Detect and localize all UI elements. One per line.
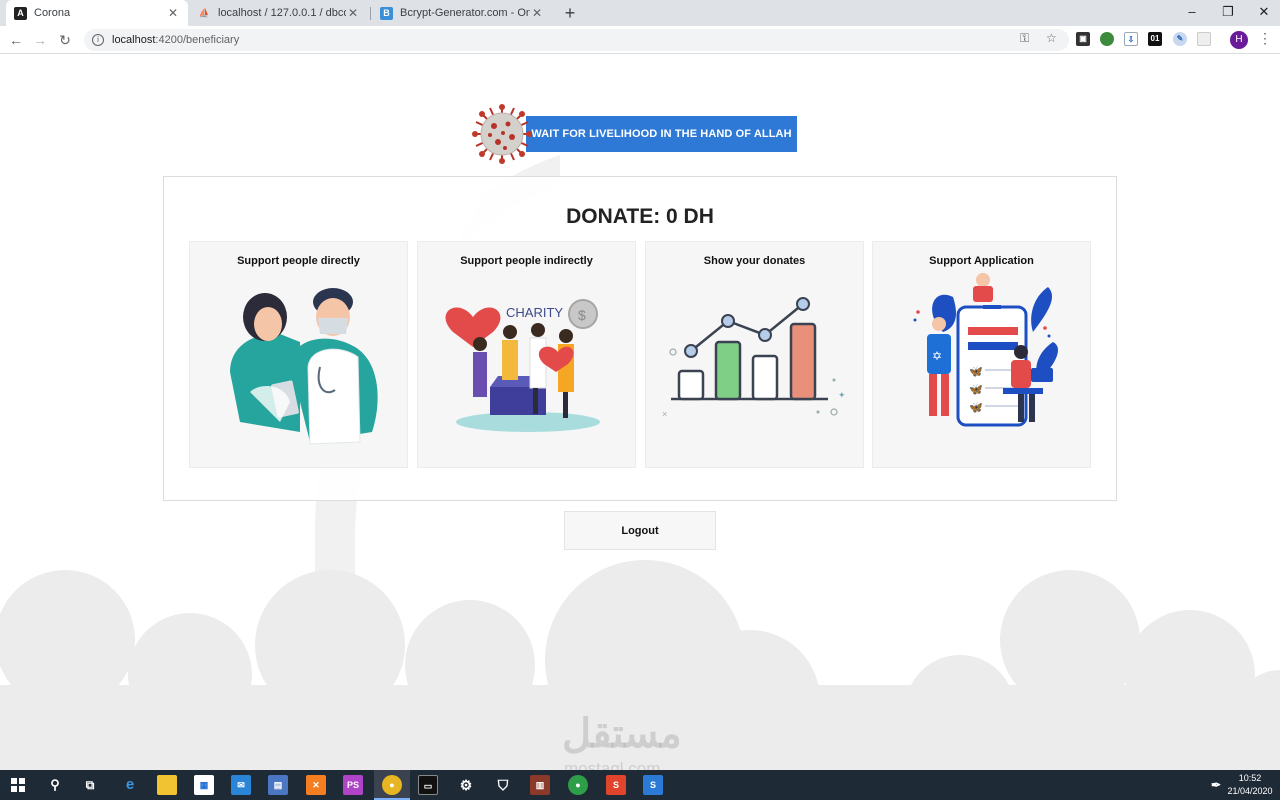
coronavirus-icon	[472, 104, 532, 164]
file-explorer-icon[interactable]	[157, 775, 177, 795]
minimize-button[interactable]: –	[1174, 0, 1210, 26]
clock-date: 21/04/2020	[1227, 786, 1273, 796]
extension-icon[interactable]	[1197, 32, 1211, 46]
charity-sign-text: CHARITY	[506, 305, 563, 320]
address-bar[interactable]: i localhost:4200/beneficiary ⚿ ☆	[84, 29, 1069, 51]
url-host: localhost	[112, 34, 156, 46]
svg-text:✦: ✦	[838, 390, 846, 400]
mail-icon[interactable]: ✉	[231, 775, 251, 795]
phpmyadmin-icon: ⛵	[198, 7, 211, 18]
url-path: :4200/beneficiary	[155, 34, 240, 46]
search-icon[interactable]: ⚲	[45, 775, 65, 795]
system-clock[interactable]: 10:52 21/04/2020	[1224, 772, 1276, 798]
close-tab-icon[interactable]: ✕	[530, 6, 544, 20]
charity-illustration: $ CHARITY	[445, 299, 600, 432]
restore-button[interactable]: ❐	[1210, 0, 1246, 26]
donation-card: DONATE: 0 DH Support people directly Sup…	[163, 176, 1117, 501]
svg-text:🦋: 🦋	[969, 383, 983, 396]
svg-text:🦋: 🦋	[969, 401, 983, 414]
key-icon[interactable]: ⚿	[1020, 31, 1029, 46]
task-view-icon[interactable]: ⧉	[80, 775, 100, 795]
close-tab-icon[interactable]: ✕	[166, 6, 180, 20]
profile-avatar[interactable]: H	[1230, 31, 1248, 49]
windows-taskbar: ⚲ ⧉ e ▦ ✉ ▤ ✕ PS ● ▭ ⚙ ⛉ ▥ ● S S ✒ 10:52…	[0, 770, 1280, 800]
card-title: Support people indirectly	[460, 255, 593, 267]
menu-icon[interactable]: ⋮	[1258, 30, 1272, 47]
banner: WAIT FOR LIVELIHOOD IN THE HAND OF ALLAH	[472, 103, 797, 165]
pen-icon[interactable]: ✒	[1206, 775, 1226, 795]
reload-button[interactable]: ↻	[55, 30, 75, 50]
tab-phpmyadmin[interactable]: ⛵ localhost / 127.0.0.1 / dbcorona ✕	[190, 0, 368, 26]
back-button[interactable]: ←	[6, 30, 26, 50]
angular-icon: A	[14, 6, 27, 20]
globe-extension-icon[interactable]	[1100, 32, 1114, 46]
close-window-button[interactable]: ✕	[1246, 0, 1280, 26]
phpstorm-icon[interactable]: PS	[343, 775, 363, 795]
card-title: Support people directly	[237, 255, 360, 267]
tab-title: Bcrypt-Generator.com - Online B	[400, 7, 530, 19]
dollar-sign: $	[578, 307, 586, 323]
tab-bcrypt[interactable]: B Bcrypt-Generator.com - Online B ✕	[372, 0, 552, 26]
download-extension-icon[interactable]: ⇩	[1124, 32, 1138, 46]
gear-icon[interactable]: ⚙	[456, 775, 476, 795]
toolbar: ← → ↻ i localhost:4200/beneficiary ⚿ ☆ ▣…	[0, 26, 1280, 54]
card-title: Support Application	[929, 255, 1034, 267]
extension-icon[interactable]: ✎	[1173, 32, 1187, 46]
tab-title: Corona	[34, 7, 71, 19]
chrome-icon[interactable]: ●	[382, 775, 402, 795]
bookmark-star-icon[interactable]: ☆	[1046, 31, 1057, 45]
edge-icon[interactable]: e	[120, 775, 140, 795]
svg-text:×: ×	[662, 409, 667, 419]
app-s-icon[interactable]: S	[606, 775, 626, 795]
bcrypt-icon: B	[380, 6, 393, 20]
bar-chart-illustration: × ✦	[662, 297, 846, 419]
svg-text:🦋: 🦋	[969, 365, 983, 378]
tab-strip: A Corona ✕ ⛵ localhost / 127.0.0.1 / dbc…	[0, 0, 1280, 26]
store-icon[interactable]: ▦	[194, 775, 214, 795]
watermark-url: mostaql.com	[564, 759, 661, 770]
app-support-illustration: 🦋 🦋 🦋 ✡	[913, 273, 1058, 427]
doctor-nurse-illustration	[230, 288, 378, 445]
app-s-blue-icon[interactable]: S	[643, 775, 663, 795]
support-directly-card[interactable]: Support people directly	[189, 241, 408, 468]
chrome-alt-icon[interactable]: ●	[568, 775, 588, 795]
binary-extension-icon[interactable]: 01	[1148, 32, 1162, 46]
card-title: Show your donates	[703, 255, 806, 267]
tab-title: localhost / 127.0.0.1 / dbcorona	[218, 7, 346, 19]
new-tab-button[interactable]: +	[560, 2, 580, 24]
svg-text:✡: ✡	[932, 349, 942, 363]
tab-corona[interactable]: A Corona ✕	[6, 0, 188, 26]
tab-separator	[370, 7, 371, 20]
shield-icon[interactable]: ⛉	[493, 775, 513, 795]
winrar-icon[interactable]: ▥	[530, 775, 550, 795]
clock-time: 10:52	[1238, 773, 1262, 783]
watermark-logo: مستقل	[562, 712, 682, 756]
info-icon[interactable]: i	[92, 34, 104, 46]
donate-total: DONATE: 0 DH	[566, 205, 714, 228]
page-content: WAIT FOR LIVELIHOOD IN THE HAND OF ALLAH…	[0, 55, 1280, 770]
forward-button[interactable]: →	[30, 30, 50, 50]
terminal-icon[interactable]: ▭	[418, 775, 438, 795]
support-application-card[interactable]: Support Application 🦋 🦋 🦋 ✡	[872, 241, 1091, 468]
settings-app-icon[interactable]: ▤	[268, 775, 288, 795]
extension-icon[interactable]: ▣	[1076, 32, 1090, 46]
xampp-icon[interactable]: ✕	[306, 775, 326, 795]
close-tab-icon[interactable]: ✕	[346, 6, 360, 20]
banner-button[interactable]: WAIT FOR LIVELIHOOD IN THE HAND OF ALLAH	[526, 116, 797, 152]
show-donates-card[interactable]: Show your donates × ✦	[645, 241, 864, 468]
windows-start-icon[interactable]	[11, 778, 25, 792]
support-indirectly-card[interactable]: Support people indirectly $ CHARITY	[417, 241, 636, 468]
